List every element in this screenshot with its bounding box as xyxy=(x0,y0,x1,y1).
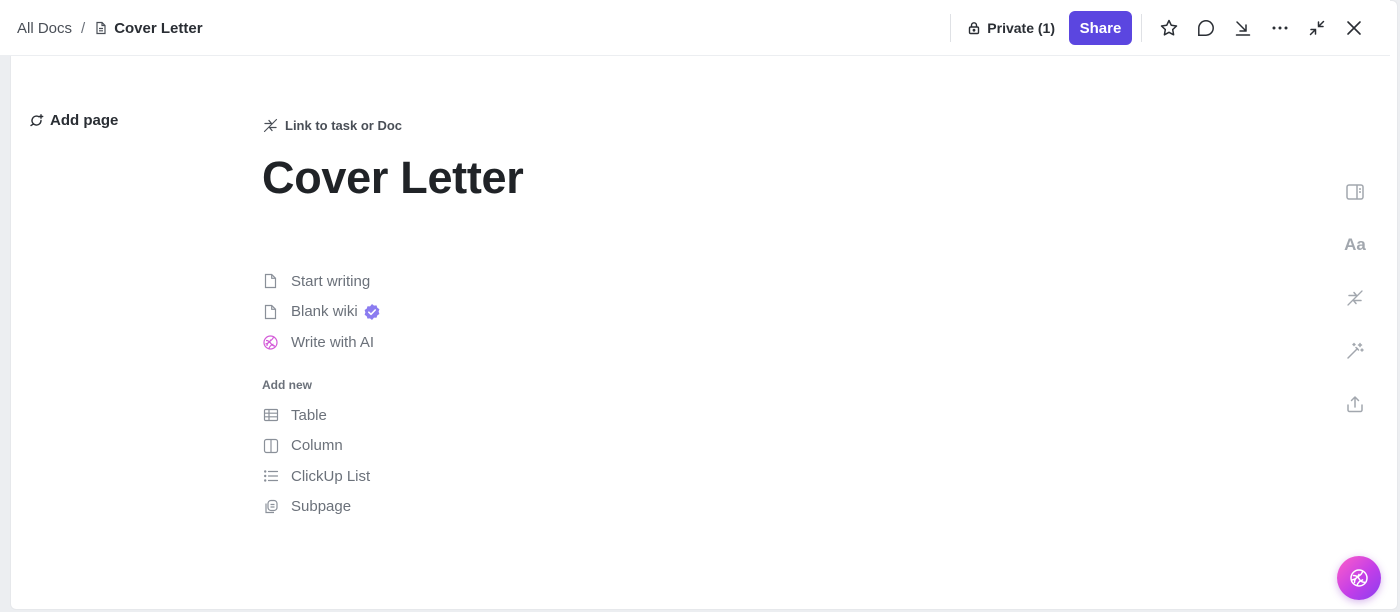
page-icon xyxy=(262,303,279,320)
privacy-button[interactable]: Private (1) xyxy=(967,20,1055,36)
page-title[interactable]: Cover Letter xyxy=(262,152,524,204)
collapse-arrow-icon[interactable] xyxy=(1224,10,1261,47)
column-label: Column xyxy=(291,437,343,455)
font-label: Aa xyxy=(1344,234,1366,254)
font-icon[interactable]: Aa xyxy=(1339,218,1371,271)
right-toolbar: Aa xyxy=(1339,165,1371,430)
relationship-icon xyxy=(262,117,279,134)
ai-brain-icon xyxy=(1348,567,1370,589)
start-writing-label: Start writing xyxy=(291,272,371,290)
add-new-options: Table Column ClickUp List Subpage xyxy=(262,400,370,522)
start-writing-option[interactable]: Start writing xyxy=(262,266,381,297)
subpage-icon xyxy=(262,498,279,515)
add-page-label: Add page xyxy=(50,112,119,129)
blank-wiki-option[interactable]: Blank wiki xyxy=(262,297,381,328)
divider xyxy=(1141,14,1142,42)
subpage-label: Subpage xyxy=(291,498,352,516)
ai-brain-icon xyxy=(262,334,279,351)
minimize-icon[interactable] xyxy=(1298,10,1335,47)
add-table-option[interactable]: Table xyxy=(262,400,370,431)
table-label: Table xyxy=(291,406,327,424)
share-button[interactable]: Share xyxy=(1069,11,1132,45)
privacy-label: Private (1) xyxy=(987,20,1055,36)
header: All Docs / Cover Letter Private (1) Shar… xyxy=(0,0,1390,56)
doc-icon xyxy=(94,21,108,35)
breadcrumb-all-docs[interactable]: All Docs xyxy=(17,20,72,37)
breadcrumb-current-doc[interactable]: Cover Letter xyxy=(114,20,202,37)
header-actions: Private (1) Share xyxy=(950,0,1390,56)
export-icon[interactable] xyxy=(1339,377,1371,430)
blank-wiki-label: Blank wiki xyxy=(291,303,358,321)
close-icon[interactable] xyxy=(1335,10,1372,47)
page-icon xyxy=(262,273,279,290)
add-column-option[interactable]: Column xyxy=(262,431,370,462)
breadcrumb: All Docs / Cover Letter xyxy=(17,0,203,56)
comment-icon[interactable] xyxy=(1187,10,1224,47)
start-options: Start writing Blank wiki Write with AI xyxy=(262,266,381,358)
link-to-task-button[interactable]: Link to task or Doc xyxy=(262,117,402,134)
doc-window xyxy=(10,0,1398,610)
verified-badge-icon xyxy=(363,303,381,321)
sidebar-panel-icon[interactable] xyxy=(1339,165,1371,218)
relationship-icon[interactable] xyxy=(1339,271,1371,324)
write-with-ai-option[interactable]: Write with AI xyxy=(262,327,381,358)
add-page-icon xyxy=(29,113,44,128)
add-subpage-option[interactable]: Subpage xyxy=(262,492,370,523)
link-to-task-label: Link to task or Doc xyxy=(285,118,403,133)
add-clickup-list-option[interactable]: ClickUp List xyxy=(262,461,370,492)
magic-wand-icon[interactable] xyxy=(1339,324,1371,377)
divider xyxy=(950,14,952,42)
add-new-heading: Add new xyxy=(262,378,312,392)
table-icon xyxy=(262,407,279,424)
add-page-button[interactable]: Add page xyxy=(29,112,118,129)
clickup-list-label: ClickUp List xyxy=(291,467,371,485)
star-icon[interactable] xyxy=(1150,10,1187,47)
list-icon xyxy=(262,468,279,485)
more-icon[interactable] xyxy=(1261,10,1298,47)
lock-icon xyxy=(967,21,981,35)
column-icon xyxy=(262,437,279,454)
write-with-ai-label: Write with AI xyxy=(291,333,375,351)
ai-assistant-button[interactable] xyxy=(1337,556,1381,600)
breadcrumb-separator: / xyxy=(81,19,86,37)
